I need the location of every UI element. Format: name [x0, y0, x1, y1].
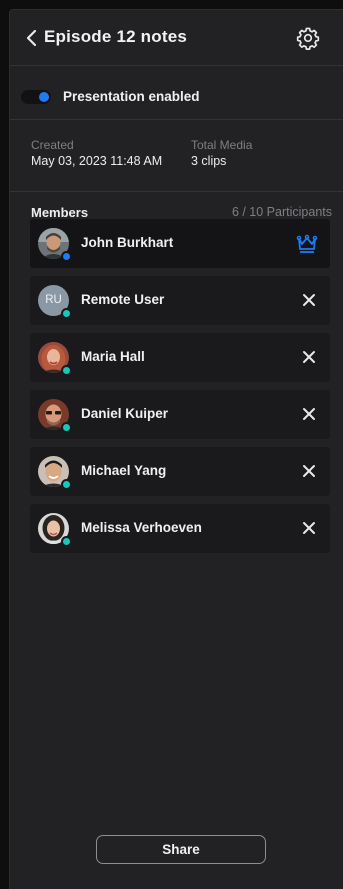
close-icon[interactable]	[301, 406, 317, 422]
participants-count: 6 / 10 Participants	[231, 205, 332, 219]
avatar	[38, 513, 72, 547]
status-dot	[61, 536, 72, 547]
crown-icon	[296, 234, 318, 253]
created-label: Created	[31, 138, 74, 152]
avatar: RU	[38, 285, 72, 319]
member-row[interactable]: Daniel Kuiper	[30, 390, 330, 439]
member-name: John Burkhart	[81, 235, 174, 250]
page-title: Episode 12 notes	[44, 27, 188, 46]
status-dot	[61, 479, 72, 490]
session-meta: Created May 03, 2023 11:48 AM Total Medi…	[10, 121, 343, 192]
close-icon[interactable]	[301, 349, 317, 365]
presentation-label: Presentation enabled	[63, 89, 200, 104]
total-media-value: 3 clips	[191, 154, 227, 168]
created-value: May 03, 2023 11:48 AM	[31, 154, 163, 168]
share-button[interactable]: Share	[96, 835, 266, 864]
member-row[interactable]: Melissa Verhoeven	[30, 504, 330, 553]
toggle-knob	[39, 92, 49, 102]
status-dot	[61, 308, 72, 319]
members-title: Members	[31, 205, 89, 220]
gear-icon[interactable]	[296, 26, 320, 50]
member-row[interactable]: Michael Yang	[30, 447, 330, 496]
avatar	[38, 342, 72, 376]
session-panel: Episode 12 notes Presentation enabled Cr…	[9, 9, 343, 889]
presentation-row: Presentation enabled	[10, 67, 343, 120]
avatar	[38, 228, 72, 262]
status-dot	[61, 365, 72, 376]
total-media-label: Total Media	[191, 138, 253, 152]
member-name: Remote User	[81, 292, 165, 307]
close-icon[interactable]	[301, 292, 317, 308]
status-dot	[61, 422, 72, 433]
member-name: Michael Yang	[81, 463, 167, 478]
member-name: Maria Hall	[81, 349, 145, 364]
presentation-toggle[interactable]	[21, 90, 51, 104]
status-dot	[61, 251, 72, 262]
member-row[interactable]: RU Remote User	[30, 276, 330, 325]
chevron-left-icon[interactable]	[22, 28, 42, 48]
member-name: Daniel Kuiper	[81, 406, 169, 421]
panel-header: Episode 12 notes	[10, 10, 343, 66]
avatar	[38, 399, 72, 433]
member-row[interactable]: Maria Hall	[30, 333, 330, 382]
close-icon[interactable]	[301, 520, 317, 536]
member-row[interactable]: John Burkhart	[30, 219, 330, 268]
member-name: Melissa Verhoeven	[81, 520, 202, 535]
avatar	[38, 456, 72, 490]
close-icon[interactable]	[301, 463, 317, 479]
